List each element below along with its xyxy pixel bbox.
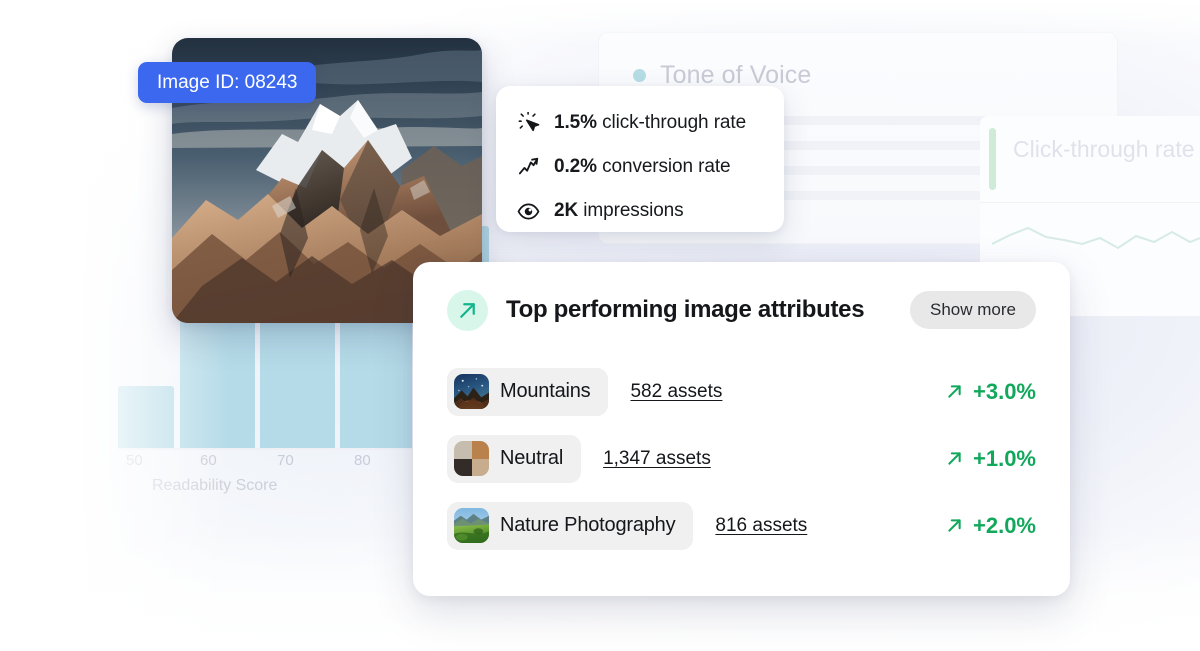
green-valley-thumb-icon [454,508,489,543]
attribute-delta: +2.0% [945,513,1036,539]
metric-label: impressions [583,200,684,221]
click-icon [516,111,541,135]
card-header: Top performing image attributes Show mor… [447,262,1036,358]
show-more-button[interactable]: Show more [910,291,1036,329]
top-performing-attributes-card: Top performing image attributes Show mor… [413,262,1070,596]
attribute-delta: +3.0% [945,379,1036,405]
metric-row-conversion-rate: 0.2% conversion rate [516,145,764,189]
page-title: Top performing image attributes [506,296,865,323]
metric-label: click-through rate [602,112,747,133]
trend-up-arrow-icon [945,516,964,535]
table-row[interactable]: Nature Photography 816 assets +2.0% [447,492,1036,559]
attribute-delta-value: +3.0% [973,378,1036,404]
attribute-chip-mountains[interactable]: Mountains [447,367,609,416]
metric-row-click-through-rate: 1.5% click-through rate [516,101,764,145]
arrow-up-right-icon [447,289,488,331]
attribute-chip-neutral[interactable]: Neutral [447,434,582,483]
metric-text-impressions: 2K impressions [554,200,684,222]
swatch-cell [471,441,489,459]
metric-text-click-through-rate: 1.5% click-through rate [554,112,746,134]
metric-value: 0.2% [554,156,597,177]
attribute-name: Nature Photography [500,514,676,536]
attribute-chip-nature-photography[interactable]: Nature Photography [447,501,694,550]
attribute-name: Mountains [500,380,591,402]
swatch-cell [471,458,489,476]
screenshot-root: Tone of Voice 1-6 of 10 Click-through ra… [0,0,1200,651]
attribute-asset-count[interactable]: 816 assets [715,515,807,537]
attribute-delta-value: +1.0% [973,445,1036,471]
metric-row-impressions: 2K impressions [516,189,764,233]
swatch-cell [454,458,472,476]
attribute-delta: +1.0% [945,446,1036,472]
eye-icon [516,199,541,223]
ctr-panel-title: Click-through rate [1013,136,1195,162]
trend-up-arrow-icon [945,449,964,468]
trend-up-arrow-icon [945,382,964,401]
line-chart-icon [516,155,541,179]
metric-value: 1.5% [554,112,597,133]
color-swatch-thumb-icon [454,441,489,476]
metric-value: 2K [554,200,579,221]
ctr-accent-bar [989,128,996,190]
attribute-delta-value: +2.0% [973,512,1036,538]
starry-mountain-thumb-icon [454,374,489,409]
histogram-tick: 70 [277,452,294,469]
table-row[interactable]: Mountains 582 assets +3.0% [447,358,1036,425]
histogram-tick: 80 [354,452,371,469]
metric-text-conversion-rate: 0.2% conversion rate [554,156,731,178]
image-id-badge[interactable]: Image ID: 08243 [138,62,317,103]
attribute-asset-count[interactable]: 582 assets [630,381,722,403]
metric-label: conversion rate [602,156,731,177]
ctr-divider [980,202,1200,203]
attribute-asset-count[interactable]: 1,347 assets [603,448,711,470]
table-row[interactable]: Neutral 1,347 assets +1.0% [447,425,1036,492]
tone-dot-icon [633,69,646,82]
attribute-name: Neutral [500,447,564,469]
swatch-cell [454,441,472,459]
metrics-popover-card: 1.5% click-through rate 0.2% conversion … [496,86,784,232]
